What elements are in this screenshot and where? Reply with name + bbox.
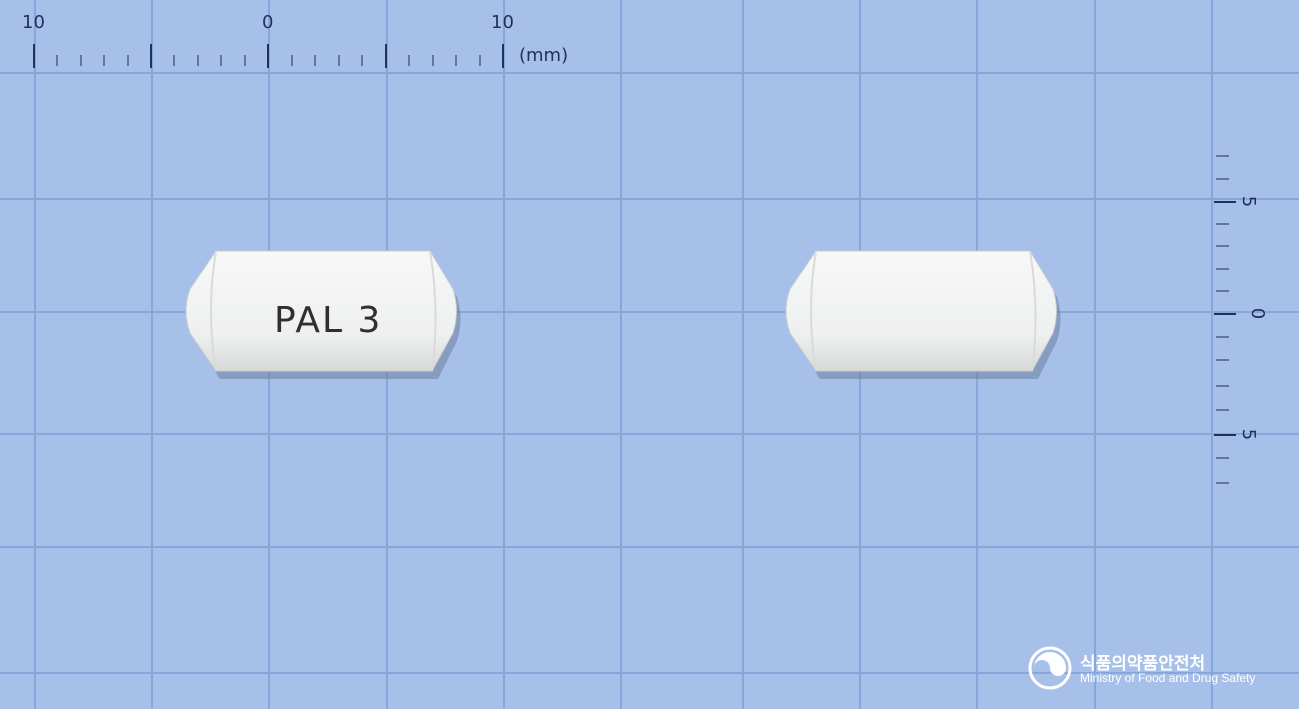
- grid-line: [34, 0, 36, 709]
- grid-line: [742, 0, 744, 709]
- side-ruler-label-bottom: 5: [1238, 428, 1260, 441]
- mfds-emblem-icon: [1028, 646, 1072, 690]
- grid-line: [620, 0, 622, 709]
- pill-identification-photo: 10 0 10 (mm) 5 0 5 PAL 3 식품의약품안전처 Minist…: [0, 0, 1299, 709]
- mfds-name-english: Ministry of Food and Drug Safety: [1080, 671, 1256, 685]
- grid-line: [0, 546, 1299, 548]
- grid-line: [151, 0, 153, 709]
- top-ruler-ticks: [33, 44, 504, 68]
- top-ruler-label-left: 10: [22, 12, 45, 33]
- top-ruler-label-center: 0: [262, 12, 274, 33]
- pill-front: PAL 3: [176, 243, 466, 388]
- pill-back-shape: [785, 250, 1061, 379]
- pill-back: [776, 243, 1066, 388]
- grid-line: [0, 72, 1299, 74]
- pill-imprint: PAL 3: [274, 300, 383, 341]
- top-ruler-label-right: 10: [491, 12, 514, 33]
- grid-line: [0, 433, 1299, 435]
- top-ruler-unit: (mm): [519, 45, 569, 66]
- side-ruler-label-top: 5: [1238, 195, 1260, 208]
- grid-line: [0, 198, 1299, 200]
- grid-line: [1094, 0, 1096, 709]
- side-ruler-label-center: 0: [1247, 307, 1269, 320]
- grid-line: [503, 0, 505, 709]
